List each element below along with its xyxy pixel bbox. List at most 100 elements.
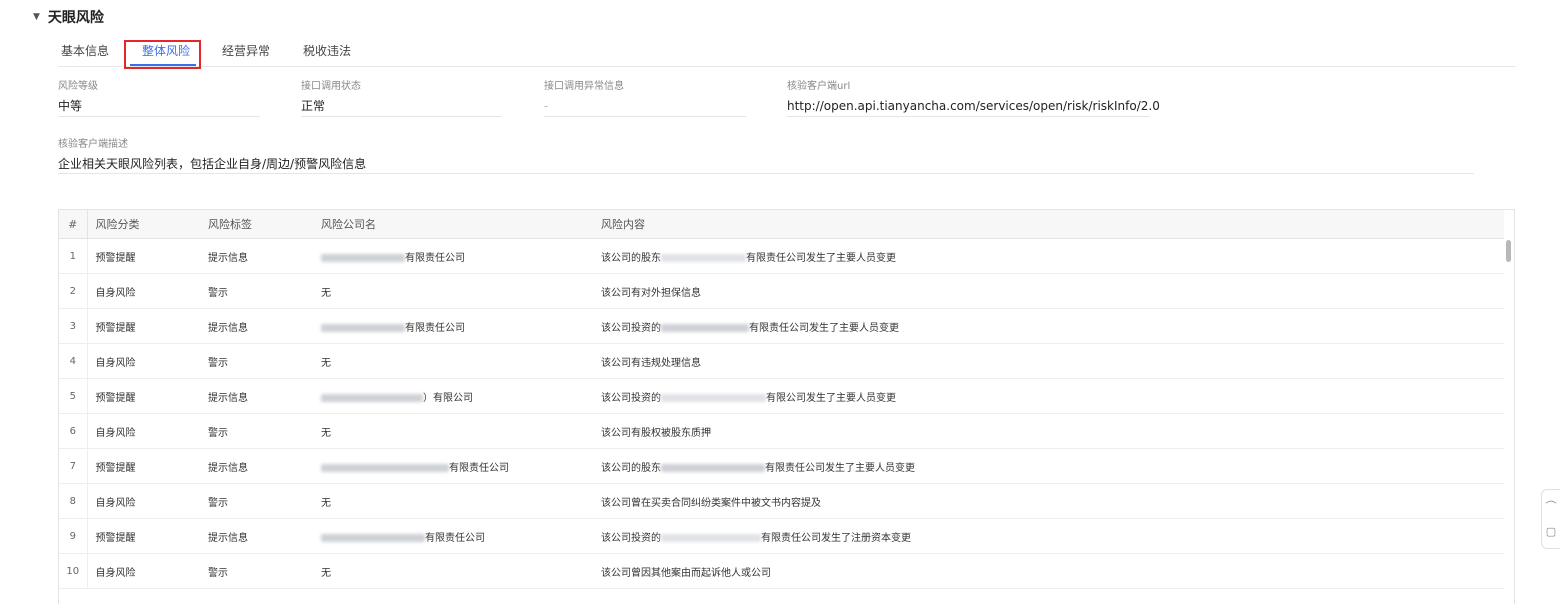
content-suffix: 有限责任公司发生了主要人员变更 bbox=[749, 322, 899, 334]
risk-category: 自身风险 bbox=[87, 343, 200, 379]
field-api-error: 接口调用异常信息 - bbox=[544, 81, 746, 117]
risk-company: 有限责任公司 bbox=[313, 518, 593, 554]
risk-content: 该公司投资的 有限责任公司发生了注册资本变更 bbox=[593, 518, 1504, 554]
risk-category: 自身风险 bbox=[87, 413, 200, 449]
table-row[interactable]: 9 预警提醒 提示信息 有限责任公司 该公司投资的 有限责任公司发生了注册资本变更 bbox=[59, 518, 1504, 554]
table-row[interactable]: 6 自身风险 警示 无 该公司有股权被股东质押 bbox=[59, 413, 1504, 449]
row-index: 9 bbox=[59, 518, 88, 554]
section-header[interactable]: ▼ 天眼风险 bbox=[33, 6, 104, 28]
risk-tag: 警示 bbox=[200, 553, 313, 589]
redacted-blur bbox=[661, 323, 749, 332]
risk-company: ）有限公司 bbox=[313, 378, 593, 414]
tab-business-abnormal[interactable]: 经营异常 bbox=[222, 42, 270, 59]
table-row[interactable]: 2 自身风险 警示 无 该公司有对外担保信息 bbox=[59, 273, 1504, 309]
risk-content: 该公司曾在买卖合同纠纷类案件中被文书内容提及 bbox=[593, 483, 1504, 519]
content-prefix: 该公司投资的 bbox=[601, 322, 661, 334]
company-suffix: 有限责任公司 bbox=[405, 252, 465, 264]
table-row[interactable]: 10 自身风险 警示 无 该公司曾因其他案由而起诉他人或公司 bbox=[59, 553, 1504, 589]
content-prefix: 该公司投资的 bbox=[601, 392, 661, 404]
field-value: 正常 bbox=[301, 99, 326, 113]
highlight-annotation-box bbox=[124, 40, 201, 69]
row-index: 1 bbox=[59, 238, 88, 274]
chat-icon[interactable]: ▢ bbox=[1546, 525, 1556, 538]
redacted-blur bbox=[661, 533, 761, 542]
content-suffix: 有限责任公司发生了注册资本变更 bbox=[761, 532, 911, 544]
field-value: 企业相关天眼风险列表，包括企业自身/周边/预警风险信息 bbox=[58, 157, 367, 171]
tab-basic-info[interactable]: 基本信息 bbox=[61, 42, 109, 59]
table-header-row: # 风险分类 风险标签 风险公司名 风险内容 bbox=[59, 210, 1504, 239]
company-suffix: 有限责任公司 bbox=[425, 532, 485, 544]
redacted-blur bbox=[321, 533, 425, 542]
field-client-description: 核验客户端描述 企业相关天眼风险列表，包括企业自身/周边/预警风险信息 bbox=[58, 139, 1474, 174]
row-index: 7 bbox=[59, 448, 88, 484]
risk-content: 该公司有违规处理信息 bbox=[593, 343, 1504, 379]
field-api-status: 接口调用状态 正常 bbox=[301, 81, 502, 117]
content-prefix: 该公司投资的 bbox=[601, 532, 661, 544]
table-row[interactable]: 5 预警提醒 提示信息 ）有限公司 该公司投资的 有限公司发生了主要人员变更 bbox=[59, 378, 1504, 414]
feedback-icon[interactable]: ⌒ bbox=[1546, 500, 1557, 513]
company-suffix: 有限责任公司 bbox=[449, 462, 509, 474]
caret-down-icon[interactable]: ▼ bbox=[33, 12, 40, 22]
risk-tag: 提示信息 bbox=[200, 518, 313, 554]
risk-content: 该公司投资的 有限责任公司发生了主要人员变更 bbox=[593, 308, 1504, 344]
content-suffix: 有限责任公司发生了主要人员变更 bbox=[746, 252, 896, 264]
risk-category: 自身风险 bbox=[87, 483, 200, 519]
risk-category: 预警提醒 bbox=[87, 448, 200, 484]
risk-tag: 提示信息 bbox=[200, 238, 313, 274]
column-header-company: 风险公司名 bbox=[313, 210, 593, 239]
field-value: - bbox=[544, 99, 549, 113]
table-scrollbar-thumb[interactable] bbox=[1506, 240, 1511, 262]
tab-tax-violation[interactable]: 税收违法 bbox=[303, 42, 351, 59]
risk-category: 预警提醒 bbox=[87, 378, 200, 414]
redacted-blur bbox=[321, 393, 423, 402]
risk-table-container[interactable]: # 风险分类 风险标签 风险公司名 风险内容 1 预警提醒 提示信息 有限责任公… bbox=[58, 209, 1515, 604]
risk-content: 该公司有股权被股东质押 bbox=[593, 413, 1504, 449]
table-row[interactable]: 1 预警提醒 提示信息 有限责任公司 该公司的股东 有限责任公司发生了主要人员变更 bbox=[59, 238, 1504, 274]
risk-company: 无 bbox=[313, 343, 593, 379]
row-index: 2 bbox=[59, 273, 88, 309]
section-title: 天眼风险 bbox=[47, 10, 104, 26]
field-label: 接口调用异常信息 bbox=[544, 81, 624, 92]
risk-table: # 风险分类 风险标签 风险公司名 风险内容 1 预警提醒 提示信息 有限责任公… bbox=[59, 210, 1504, 589]
field-risk-level: 风险等级 中等 bbox=[58, 81, 260, 117]
column-header-category: 风险分类 bbox=[87, 210, 200, 239]
risk-company: 有限责任公司 bbox=[313, 238, 593, 274]
risk-category: 预警提醒 bbox=[87, 238, 200, 274]
risk-tag: 警示 bbox=[200, 483, 313, 519]
content-suffix: 有限责任公司发生了主要人员变更 bbox=[765, 462, 915, 474]
risk-category: 自身风险 bbox=[87, 273, 200, 309]
redacted-blur bbox=[321, 323, 405, 332]
redacted-blur bbox=[321, 463, 449, 472]
risk-company: 无 bbox=[313, 273, 593, 309]
field-value: 中等 bbox=[58, 99, 83, 113]
risk-category: 自身风险 bbox=[87, 553, 200, 589]
row-index: 10 bbox=[59, 553, 88, 589]
field-label: 接口调用状态 bbox=[301, 81, 361, 92]
side-floating-widget[interactable]: ⌒ ▢ bbox=[1541, 489, 1560, 549]
risk-content: 该公司曾因其他案由而起诉他人或公司 bbox=[593, 553, 1504, 589]
field-label: 核验客户端url bbox=[787, 81, 851, 92]
risk-tag: 提示信息 bbox=[200, 378, 313, 414]
redacted-blur bbox=[321, 253, 405, 262]
row-index: 6 bbox=[59, 413, 88, 449]
table-row[interactable]: 3 预警提醒 提示信息 有限责任公司 该公司投资的 有限责任公司发生了主要人员变更 bbox=[59, 308, 1504, 344]
row-index: 4 bbox=[59, 343, 88, 379]
risk-category: 预警提醒 bbox=[87, 308, 200, 344]
column-header-content: 风险内容 bbox=[593, 210, 1504, 239]
field-label: 风险等级 bbox=[58, 81, 98, 92]
risk-tag: 警示 bbox=[200, 273, 313, 309]
column-header-tag: 风险标签 bbox=[200, 210, 313, 239]
content-prefix: 该公司的股东 bbox=[601, 252, 661, 264]
field-label: 核验客户端描述 bbox=[58, 139, 128, 150]
redacted-blur bbox=[661, 253, 746, 262]
risk-company: 无 bbox=[313, 483, 593, 519]
table-row[interactable]: 4 自身风险 警示 无 该公司有违规处理信息 bbox=[59, 343, 1504, 379]
table-row[interactable]: 7 预警提醒 提示信息 有限责任公司 该公司的股东 有限责任公司发生了主要人员变更 bbox=[59, 448, 1504, 484]
content-suffix: 有限公司发生了主要人员变更 bbox=[766, 392, 896, 404]
table-row[interactable]: 8 自身风险 警示 无 该公司曾在买卖合同纠纷类案件中被文书内容提及 bbox=[59, 483, 1504, 519]
redacted-blur bbox=[661, 463, 765, 472]
risk-content: 该公司的股东 有限责任公司发生了主要人员变更 bbox=[593, 448, 1504, 484]
redacted-blur bbox=[661, 393, 766, 402]
risk-tag: 警示 bbox=[200, 413, 313, 449]
content-prefix: 该公司的股东 bbox=[601, 462, 661, 474]
